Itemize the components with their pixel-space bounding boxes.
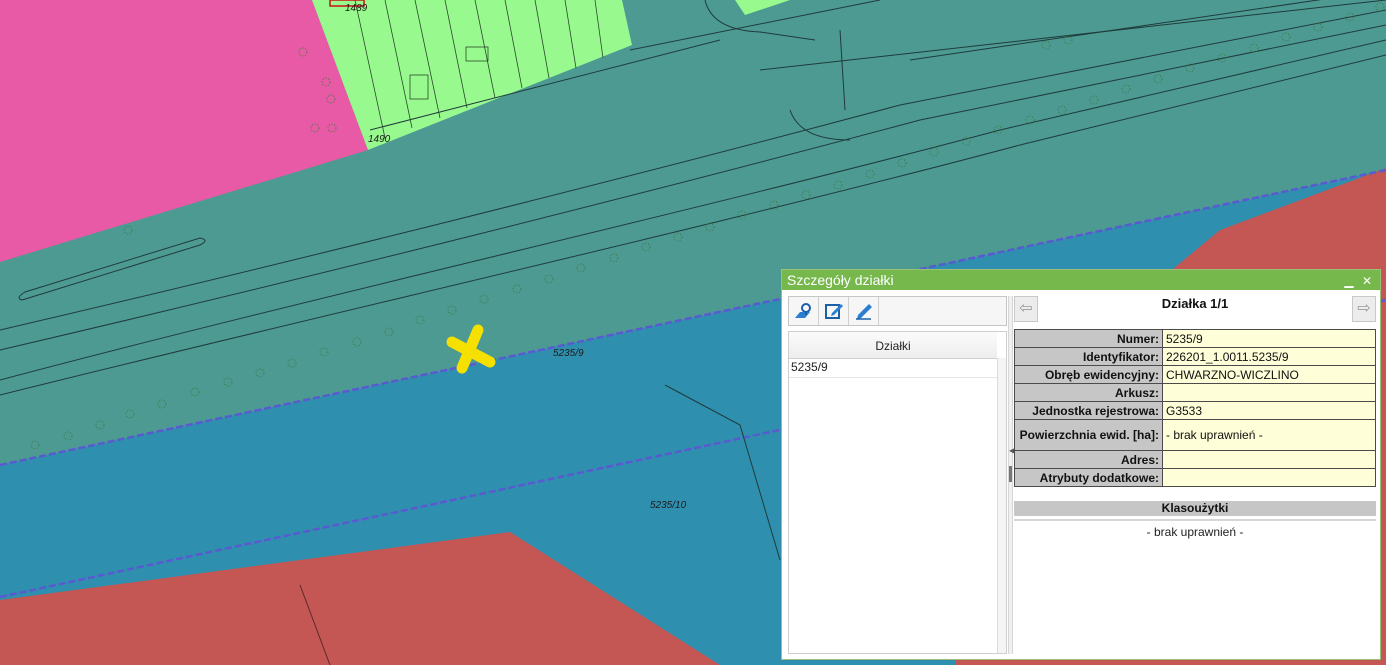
window-title: Szczegóły działki — [787, 272, 894, 288]
attr-key: Numer: — [1014, 329, 1163, 348]
table-row: Arkusz: — [1014, 383, 1376, 402]
table-row: Atrybuty dodatkowe: — [1014, 468, 1376, 487]
locate-parcel-button[interactable] — [789, 297, 819, 325]
attribute-table: Numer: 5235/9 Identyfikator: 226201_1.0011… — [1014, 329, 1376, 487]
minimize-button[interactable]: ▁ — [1342, 270, 1356, 290]
attr-key: Arkusz: — [1014, 383, 1163, 402]
edit-form-button[interactable] — [819, 297, 849, 325]
splitter-grip[interactable] — [1009, 466, 1012, 482]
table-row: Numer: 5235/9 — [1014, 329, 1376, 348]
parcel-list-pane: Działki 5235/9 — [788, 296, 1007, 654]
parcel-list: Działki 5235/9 — [788, 331, 1007, 654]
parcel-details-pane: ⇦ Działka 1/1 ⇨ Numer: 5235/9 Identyfikat… — [1014, 296, 1376, 654]
attr-value — [1162, 450, 1376, 469]
parcel-label-5235-10: 5235/10 — [650, 500, 687, 511]
parcel-label-5235-9: 5235/9 — [553, 348, 584, 359]
attr-value — [1162, 468, 1376, 487]
table-row: Obręb ewidencyjny: CHWARZNO-WICZLINO — [1014, 365, 1376, 384]
attr-key: Identyfikator: — [1014, 347, 1163, 366]
attr-value: 5235/9 — [1162, 329, 1376, 348]
table-row: Identyfikator: 226201_1.0011.5235/9 — [1014, 347, 1376, 366]
next-parcel-button[interactable]: ⇨ — [1352, 296, 1376, 322]
attr-key: Powierzchnia ewid. [ha]: — [1014, 419, 1163, 451]
section-divider — [1014, 519, 1376, 521]
parcel-nav-title: Działka 1/1 — [1161, 296, 1229, 311]
attr-key: Jednostka rejestrowa: — [1014, 401, 1163, 420]
window-title-bar[interactable]: Szczegóły działki ▁ ✕ — [782, 270, 1380, 290]
pane-splitter[interactable]: ◀ — [1008, 296, 1015, 654]
previous-parcel-button[interactable]: ⇦ — [1014, 296, 1038, 322]
attr-value: 226201_1.0011.5235/9 — [1162, 347, 1376, 366]
attr-value: G3533 — [1162, 401, 1376, 420]
list-item[interactable]: 5235/9 — [789, 359, 997, 378]
list-column-header[interactable]: Działki — [789, 332, 997, 359]
parcel-label-1490: 1490 — [368, 134, 391, 145]
attr-value — [1162, 383, 1376, 402]
parcel-label-1489: 1489 — [345, 3, 368, 14]
edit-pen-icon — [855, 304, 872, 320]
attr-value: - brak uprawnień - — [1162, 419, 1376, 451]
edit-pen-button[interactable] — [849, 297, 879, 325]
section-value: - brak uprawnień - — [1146, 525, 1244, 539]
parcel-details-window[interactable]: Szczegóły działki ▁ ✕ Działki 5235/9 ◀ ⇦… — [781, 269, 1381, 660]
list-scrollbar[interactable] — [997, 358, 1006, 653]
table-row: Jednostka rejestrowa: G3533 — [1014, 401, 1376, 420]
attr-key: Atrybuty dodatkowe: — [1014, 468, 1163, 487]
attr-value: CHWARZNO-WICZLINO — [1162, 365, 1376, 384]
table-row: Adres: — [1014, 450, 1376, 469]
close-button[interactable]: ✕ — [1360, 270, 1374, 290]
locate-parcel-icon — [794, 303, 811, 318]
section-header: Klasoużytki — [1014, 501, 1376, 516]
toolbar — [788, 296, 1007, 326]
edit-form-icon — [824, 304, 843, 319]
attr-key: Obręb ewidencyjny: — [1014, 365, 1163, 384]
attr-key: Adres: — [1014, 450, 1163, 469]
table-row: Powierzchnia ewid. [ha]: - brak uprawnień… — [1014, 419, 1376, 451]
